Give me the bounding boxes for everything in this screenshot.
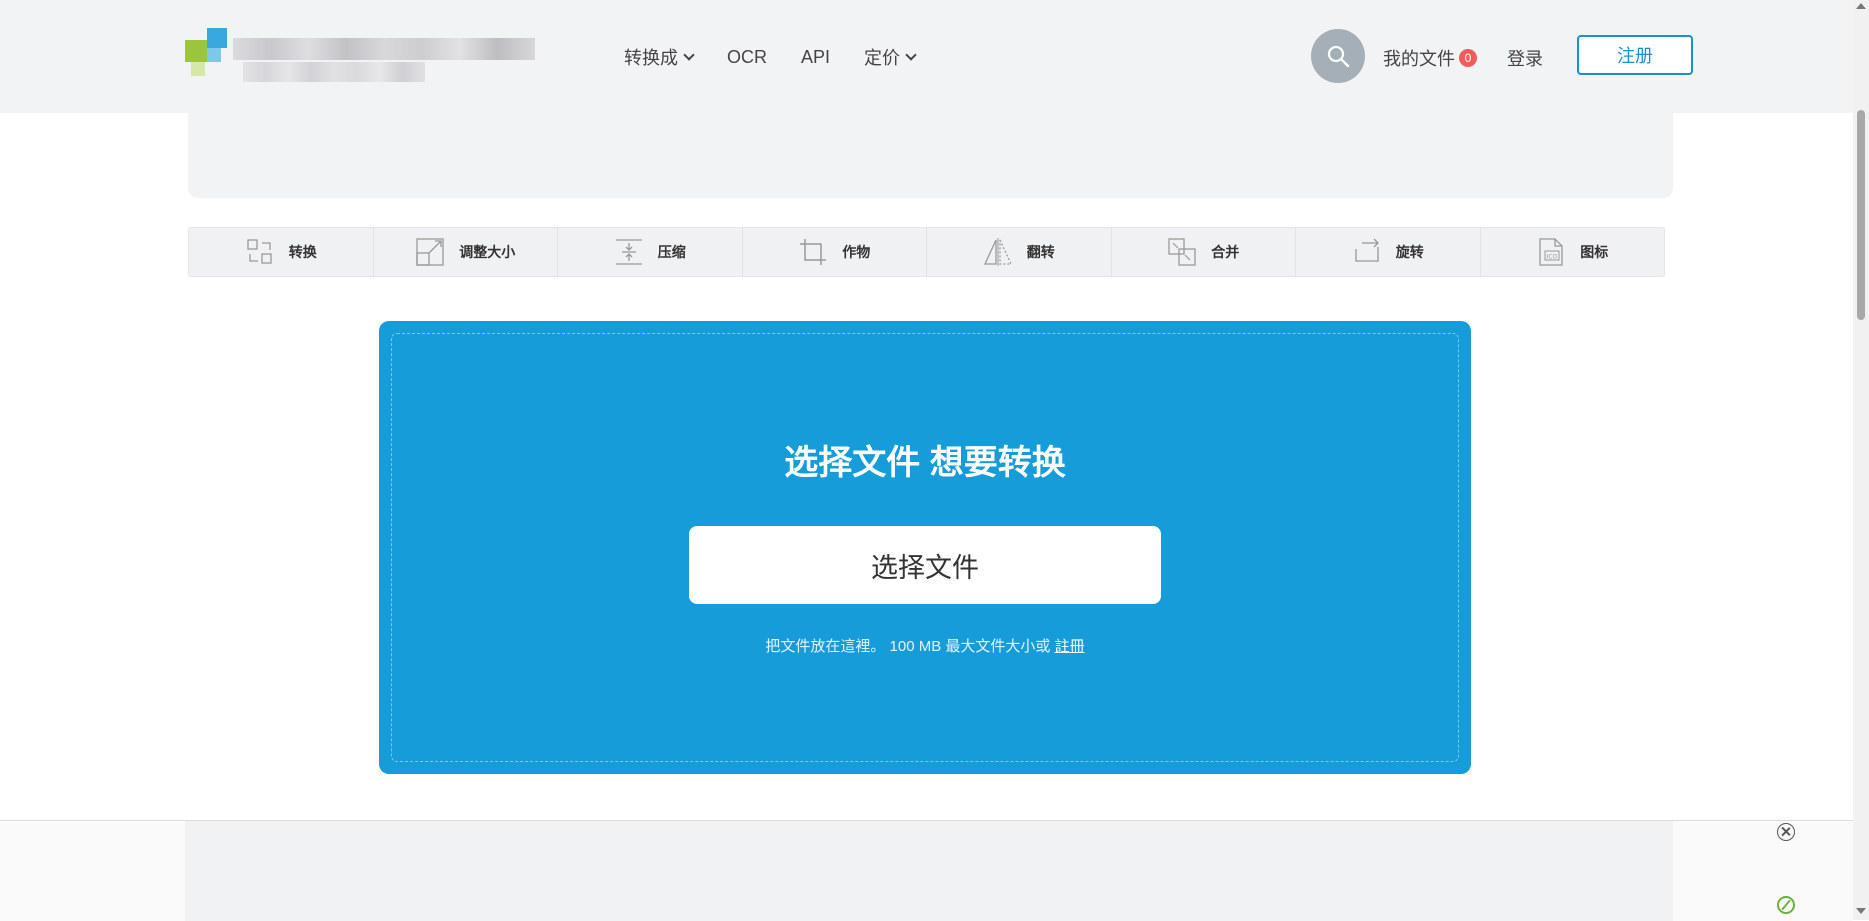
tool-crop[interactable]: 作物 xyxy=(743,228,927,276)
search-icon xyxy=(1327,45,1350,68)
resize-icon xyxy=(416,238,444,266)
scroll-thumb[interactable] xyxy=(1857,110,1865,320)
tool-convert[interactable]: 转换 xyxy=(189,228,374,276)
file-count-badge: 0 xyxy=(1459,49,1477,67)
tool-resize-label: 调整大小 xyxy=(459,244,516,260)
convert-icon xyxy=(247,239,272,264)
chevron-down-icon xyxy=(683,49,695,61)
tool-crop-label: 作物 xyxy=(842,244,871,260)
compress-icon xyxy=(615,239,642,265)
flip-icon xyxy=(983,238,1012,266)
upload-hint-text: 把文件放在這裡。 100 MB 最大文件大小或 xyxy=(765,638,1051,655)
logo-tagline xyxy=(243,62,425,82)
logo-wordmark xyxy=(233,38,535,60)
tool-rotate-label: 旋转 xyxy=(1395,244,1424,260)
nav-pricing[interactable]: 定价 xyxy=(864,44,917,70)
upload-dropzone[interactable]: 选择文件 想要转换 选择文件 把文件放在這裡。 100 MB 最大文件大小或 註… xyxy=(379,321,1471,774)
logo-square xyxy=(207,48,221,62)
bottom-ad-content xyxy=(185,821,1673,921)
scroll-down-arrow[interactable] xyxy=(1856,908,1866,914)
top-ad-area xyxy=(188,113,1673,198)
choose-file-button[interactable]: 选择文件 xyxy=(689,526,1161,604)
tool-merge[interactable]: 合并 xyxy=(1112,228,1296,276)
nav-convert-to-label: 转换成 xyxy=(624,48,678,68)
scrollbar[interactable] xyxy=(1853,0,1869,920)
chevron-down-icon xyxy=(905,49,917,61)
search-button[interactable] xyxy=(1311,29,1365,83)
my-files-label: 我的文件 xyxy=(1383,49,1455,69)
upload-hint: 把文件放在這裡。 100 MB 最大文件大小或 註冊 xyxy=(379,635,1471,656)
tool-ico[interactable]: ICO 图标 xyxy=(1481,228,1665,276)
tool-convert-label: 转换 xyxy=(288,244,317,260)
tool-flip[interactable]: 翻转 xyxy=(927,228,1112,276)
login-link[interactable]: 登录 xyxy=(1507,45,1543,71)
tool-resize[interactable]: 调整大小 xyxy=(374,228,558,276)
logo-square xyxy=(191,62,205,76)
tool-compress-label: 压缩 xyxy=(657,244,686,260)
upload-title: 选择文件 想要转换 xyxy=(784,444,1066,482)
tool-ico-label: 图标 xyxy=(1580,244,1609,260)
site-header: 转换成 OCR API 定价 我的文件 0 登录 注册 xyxy=(0,0,1853,113)
logo-square xyxy=(207,28,227,48)
nav-ocr[interactable]: OCR xyxy=(727,47,767,68)
my-files-link[interactable]: 我的文件 0 xyxy=(1383,45,1477,71)
logo-square xyxy=(185,40,207,62)
tool-merge-label: 合并 xyxy=(1211,244,1240,260)
rotate-icon xyxy=(1355,238,1379,262)
tools-bar: 转换 调整大小 压缩 作物 翻转 合并 旋转 ICO 图标 xyxy=(188,227,1665,277)
svg-text:ICO: ICO xyxy=(1547,254,1558,261)
site-logo[interactable] xyxy=(185,28,535,84)
tool-compress[interactable]: 压缩 xyxy=(558,228,743,276)
ad-choices-icon[interactable] xyxy=(1777,896,1795,914)
tool-flip-label: 翻转 xyxy=(1026,244,1055,260)
nav-pricing-label: 定价 xyxy=(864,48,901,68)
nav-api-label: API xyxy=(801,46,831,67)
nav-convert-to[interactable]: 转换成 xyxy=(624,44,695,70)
merge-icon xyxy=(1168,238,1196,266)
ico-icon: ICO xyxy=(1539,238,1563,266)
close-icon[interactable] xyxy=(1777,823,1795,841)
nav-api[interactable]: API xyxy=(801,47,830,68)
nav-ocr-label: OCR xyxy=(727,46,767,67)
register-link[interactable]: 註冊 xyxy=(1055,638,1085,655)
register-button[interactable]: 注册 xyxy=(1577,35,1693,75)
main-nav: 转换成 OCR API 定价 xyxy=(624,44,949,70)
crop-icon xyxy=(800,239,827,265)
scroll-up-arrow[interactable] xyxy=(1856,3,1866,9)
tool-rotate[interactable]: 旋转 xyxy=(1296,228,1481,276)
bottom-ad-bar xyxy=(0,820,1853,921)
